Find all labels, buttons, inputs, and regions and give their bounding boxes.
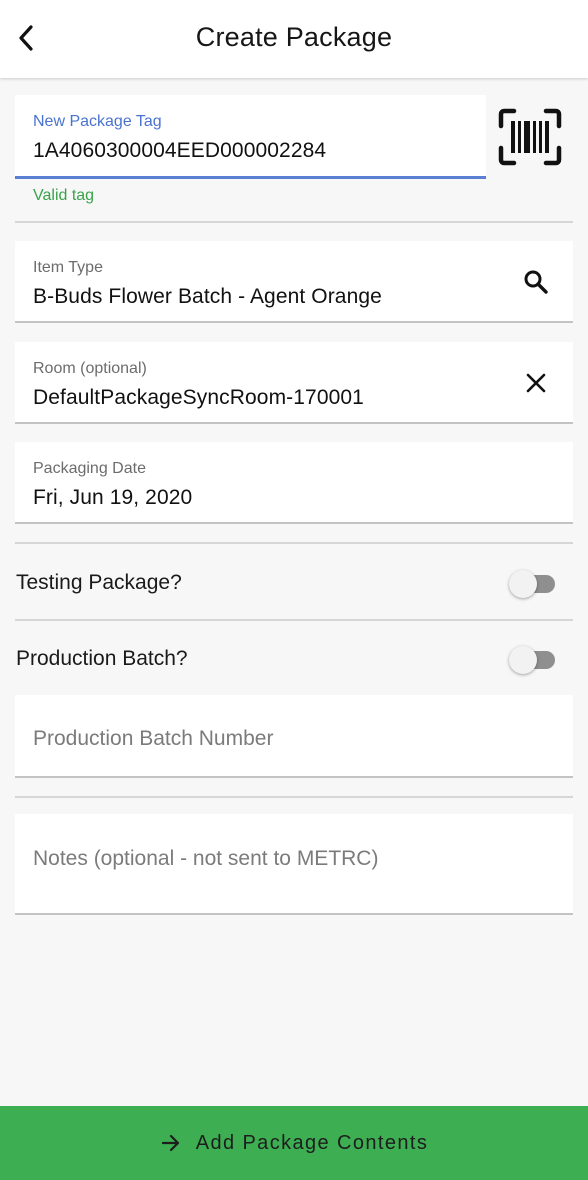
testing-package-row: Testing Package? bbox=[15, 553, 573, 613]
production-batch-switch[interactable] bbox=[509, 646, 557, 674]
room-value[interactable]: DefaultPackageSyncRoom-170001 bbox=[33, 386, 364, 410]
new-package-tag-field[interactable]: New Package Tag 1A4060300004EED000002284 bbox=[15, 95, 486, 179]
add-package-contents-label: Add Package Contents bbox=[195, 1131, 429, 1154]
switch-thumb bbox=[509, 570, 537, 598]
room-label: Room (optional) bbox=[33, 360, 147, 377]
room-clear-button[interactable] bbox=[521, 368, 551, 398]
room-field[interactable]: Room (optional) DefaultPackageSyncRoom-1… bbox=[15, 342, 573, 424]
close-icon bbox=[526, 373, 546, 393]
item-type-value[interactable]: B-Buds Flower Batch - Agent Orange bbox=[33, 285, 382, 309]
arrow-right-icon bbox=[160, 1132, 182, 1154]
production-batch-label: Production Batch? bbox=[16, 647, 188, 670]
packaging-date-value[interactable]: Fri, Jun 19, 2020 bbox=[33, 486, 192, 510]
notes-input[interactable]: Notes (optional - not sent to METRC) bbox=[33, 847, 378, 871]
add-package-contents-button[interactable]: Add Package Contents bbox=[0, 1106, 588, 1180]
item-type-search-button[interactable] bbox=[521, 267, 551, 297]
switch-thumb bbox=[509, 646, 537, 674]
section-divider bbox=[15, 796, 573, 798]
page-title: Create Package bbox=[195, 22, 393, 52]
search-icon bbox=[524, 270, 548, 294]
app-bar: Create Package bbox=[0, 0, 588, 78]
notes-field[interactable]: Notes (optional - not sent to METRC) bbox=[15, 814, 573, 915]
testing-package-switch[interactable] bbox=[509, 570, 557, 598]
section-divider bbox=[15, 542, 573, 544]
new-package-tag-label: New Package Tag bbox=[33, 113, 162, 130]
item-type-field[interactable]: Item Type B-Buds Flower Batch - Agent Or… bbox=[15, 241, 573, 323]
packaging-date-field[interactable]: Packaging Date Fri, Jun 19, 2020 bbox=[15, 442, 573, 524]
testing-package-label: Testing Package? bbox=[16, 571, 182, 594]
barcode-scan-icon bbox=[498, 108, 562, 166]
tag-validation-text: Valid tag bbox=[33, 187, 95, 204]
barcode-scan-button[interactable] bbox=[497, 108, 563, 166]
section-divider bbox=[15, 221, 573, 223]
packaging-date-label: Packaging Date bbox=[33, 460, 146, 477]
production-batch-row: Production Batch? bbox=[15, 629, 573, 689]
section-divider bbox=[15, 619, 573, 621]
production-batch-number-field[interactable]: Production Batch Number bbox=[15, 695, 573, 778]
item-type-label: Item Type bbox=[33, 259, 103, 276]
production-batch-number-input[interactable]: Production Batch Number bbox=[33, 727, 273, 751]
new-package-tag-value[interactable]: 1A4060300004EED000002284 bbox=[33, 139, 326, 163]
